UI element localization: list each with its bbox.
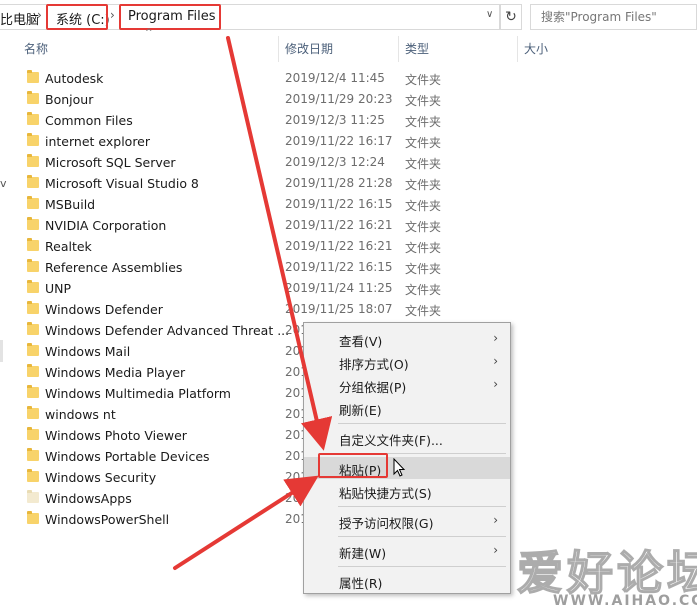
arrow-to-paste-icon bbox=[226, 36, 333, 451]
arrow-to-paste-icon bbox=[173, 475, 319, 570]
watermark-url: WWW.AIHAO.CC bbox=[553, 593, 697, 609]
watermark: 爱好论坛 WWW.AIHAO.CC bbox=[516, 537, 697, 611]
annotation-arrows bbox=[173, 36, 333, 570]
